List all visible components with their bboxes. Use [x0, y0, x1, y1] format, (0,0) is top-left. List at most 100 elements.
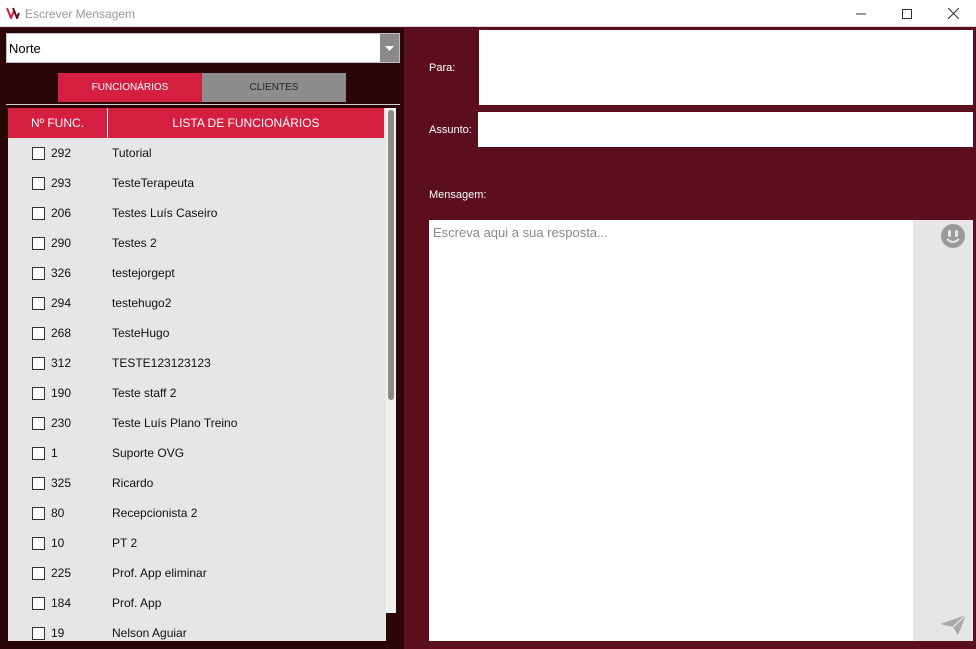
maximize-icon — [902, 8, 912, 19]
list-item[interactable]: 294 testehugo2 — [8, 288, 384, 318]
employee-name: Tutorial — [112, 146, 152, 160]
list-item[interactable]: 290 Testes 2 — [8, 228, 384, 258]
select-checkbox[interactable] — [32, 177, 45, 190]
employee-name: testehugo2 — [112, 296, 172, 310]
list-item[interactable]: 80 Recepcionista 2 — [8, 498, 384, 528]
employee-number: 206 — [51, 206, 72, 220]
select-checkbox[interactable] — [32, 297, 45, 310]
select-checkbox[interactable] — [32, 447, 45, 460]
close-button[interactable] — [930, 0, 976, 27]
employee-number: 325 — [51, 476, 72, 490]
list-item[interactable]: 325 Ricardo — [8, 468, 384, 498]
list-item[interactable]: 190 Teste staff 2 — [8, 378, 384, 408]
subject-label: Assunto: — [429, 124, 472, 136]
employee-name: Prof. App — [112, 596, 162, 610]
message-actions-bar — [913, 220, 973, 641]
employee-number: 225 — [51, 566, 72, 580]
employee-name: TesteTerapeuta — [112, 176, 195, 190]
employee-name: Testes Luís Caseiro — [112, 206, 218, 220]
employee-name: Teste Luís Plano Treino — [112, 416, 238, 430]
employee-list: Nº FUNC. LISTA DE FUNCIONÁRIOS 292 Tutori… — [8, 108, 386, 641]
close-icon — [947, 8, 959, 19]
window-title: Escrever Mensagem — [25, 7, 136, 21]
select-checkbox[interactable] — [32, 477, 45, 490]
employee-number: 292 — [51, 146, 72, 160]
select-checkbox[interactable] — [32, 327, 45, 340]
list-item[interactable]: 10 PT 2 — [8, 528, 384, 558]
employee-number: 268 — [51, 326, 72, 340]
list-item[interactable]: 206 Testes Luís Caseiro — [8, 198, 384, 228]
employee-name: PT 2 — [112, 536, 138, 550]
employee-name: Nelson Aguiar — [112, 626, 187, 640]
column-header-name[interactable]: LISTA DE FUNCIONÁRIOS — [108, 108, 384, 138]
employee-number: 1 — [51, 446, 58, 460]
list-item[interactable]: 292 Tutorial — [8, 138, 384, 168]
chevron-down-icon — [385, 45, 394, 51]
app-logo-icon — [6, 7, 20, 19]
tab-funcionarios[interactable]: FUNCIONÁRIOS — [58, 73, 202, 102]
select-checkbox[interactable] — [32, 147, 45, 160]
list-scrollbar[interactable] — [386, 108, 396, 613]
list-item[interactable]: 230 Teste Luís Plano Treino — [8, 408, 384, 438]
select-checkbox[interactable] — [32, 237, 45, 250]
list-item[interactable]: 1 Suporte OVG — [8, 438, 384, 468]
employee-number: 80 — [51, 506, 65, 520]
to-field[interactable] — [479, 30, 973, 105]
employee-name: TesteHugo — [112, 326, 170, 340]
divider — [6, 104, 400, 105]
employee-name: Testes 2 — [112, 236, 157, 250]
message-placeholder: Escreva aqui a sua resposta... — [433, 225, 608, 240]
list-item[interactable]: 225 Prof. App eliminar — [8, 558, 384, 588]
select-checkbox[interactable] — [32, 267, 45, 280]
subject-field[interactable] — [478, 112, 973, 147]
employee-number: 326 — [51, 266, 72, 280]
select-checkbox[interactable] — [32, 507, 45, 520]
column-header-number[interactable]: Nº FUNC. — [8, 108, 108, 138]
employee-name: Prof. App eliminar — [112, 566, 207, 580]
select-checkbox[interactable] — [32, 567, 45, 580]
select-checkbox[interactable] — [32, 537, 45, 550]
employee-name: Suporte OVG — [112, 446, 185, 460]
employee-number: 312 — [51, 356, 72, 370]
to-label: Para: — [429, 62, 456, 74]
list-item[interactable]: 326 testejorgept — [8, 258, 384, 288]
employee-number: 190 — [51, 386, 72, 400]
employee-name: testejorgept — [112, 266, 175, 280]
title-bar: Escrever Mensagem — [0, 0, 976, 27]
employee-name: Ricardo — [112, 476, 154, 490]
dropdown-button[interactable] — [380, 34, 399, 62]
employee-number: 230 — [51, 416, 72, 430]
minimize-icon — [856, 13, 866, 14]
list-item[interactable]: 268 TesteHugo — [8, 318, 384, 348]
list-item[interactable]: 312 TESTE123123123 — [8, 348, 384, 378]
employee-name: Recepcionista 2 — [112, 506, 198, 520]
employee-number: 294 — [51, 296, 72, 310]
select-checkbox[interactable] — [32, 597, 45, 610]
employee-number: 10 — [51, 536, 65, 550]
list-item[interactable]: 293 TesteTerapeuta — [8, 168, 384, 198]
employee-number: 290 — [51, 236, 72, 250]
message-textarea[interactable]: Escreva aqui a sua resposta... — [429, 220, 913, 641]
tab-clientes[interactable]: CLIENTES — [202, 73, 346, 102]
message-label: Mensagem: — [429, 189, 487, 201]
minimize-button[interactable] — [838, 0, 884, 27]
recipients-panel: Norte FUNCIONÁRIOS CLIENTES Nº FUNC. LIS… — [0, 28, 404, 649]
select-checkbox[interactable] — [32, 627, 45, 640]
employee-name: Teste staff 2 — [112, 386, 177, 400]
employee-number: 19 — [51, 626, 65, 640]
employee-number: 184 — [51, 596, 72, 610]
select-checkbox[interactable] — [32, 417, 45, 430]
list-item[interactable]: 19 Nelson Aguiar — [8, 618, 384, 641]
region-value: Norte — [9, 41, 41, 56]
employee-name: TESTE123123123 — [112, 356, 211, 370]
region-select[interactable]: Norte — [6, 33, 400, 63]
list-header: Nº FUNC. LISTA DE FUNCIONÁRIOS — [8, 108, 384, 138]
send-icon[interactable] — [939, 614, 967, 636]
select-checkbox[interactable] — [32, 357, 45, 370]
list-item[interactable]: 184 Prof. App — [8, 588, 384, 618]
select-checkbox[interactable] — [32, 207, 45, 220]
select-checkbox[interactable] — [32, 387, 45, 400]
maximize-button[interactable] — [884, 0, 930, 27]
scrollbar-thumb[interactable] — [388, 110, 394, 400]
emoji-icon[interactable] — [940, 223, 966, 249]
